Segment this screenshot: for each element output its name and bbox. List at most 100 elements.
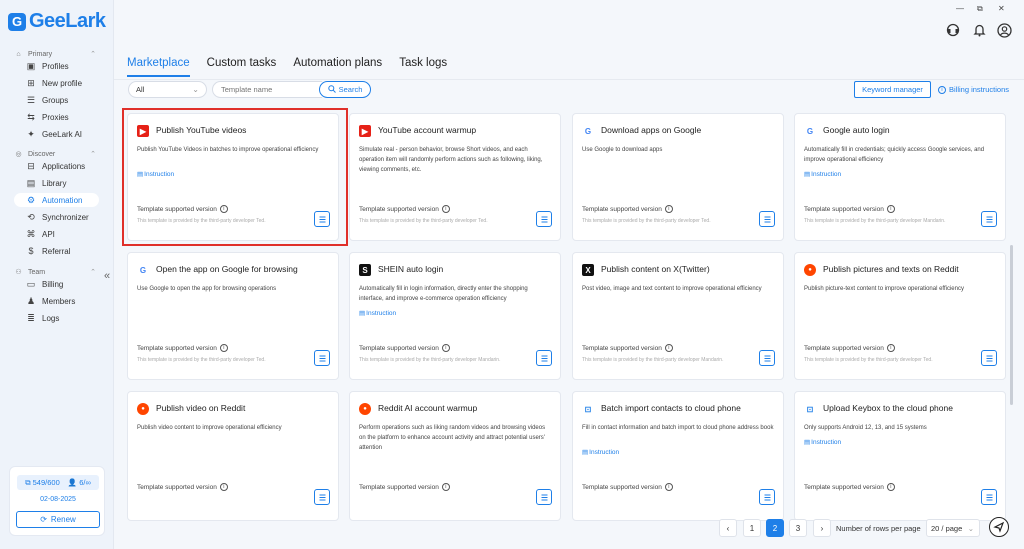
sidebar-item-automation[interactable]: ⚙ Automation xyxy=(14,193,99,207)
template-card[interactable]: ⊡ Batch import contacts to cloud phone Fil… xyxy=(572,391,784,521)
ai-icon: ✦ xyxy=(27,128,35,139)
template-details-button[interactable] xyxy=(536,211,552,227)
nav-group-primary[interactable]: ⌂ Primary ⌃ xyxy=(0,49,114,59)
template-card[interactable]: ● Publish video on Reddit Publish video co… xyxy=(127,391,339,521)
chevron-down-icon: ⌄ xyxy=(192,85,199,94)
category-select[interactable]: All ⌄ xyxy=(128,81,207,98)
minimize-icon[interactable]: — xyxy=(956,4,964,13)
app-window: G GeeLark ⌂ Primary ⌃ ◎ Discover ⌃ ⚇ Team ⌃ ▣ Prof… xyxy=(0,0,1024,549)
card-title: SHEIN auto login xyxy=(378,264,444,274)
nav-group-team[interactable]: ⚇ Team ⌃ xyxy=(0,267,114,277)
tab-custom-tasks[interactable]: Custom tasks xyxy=(207,57,277,73)
list-icon xyxy=(319,494,325,500)
template-card[interactable]: ● Publish pictures and texts on Reddit Pub… xyxy=(794,252,1006,380)
info-icon[interactable]: i xyxy=(664,344,673,352)
bell-icon[interactable] xyxy=(971,22,987,38)
sidebar-item-label: Groups xyxy=(42,95,69,105)
sidebar-item-geelark-ai[interactable]: ✦ GeeLark AI xyxy=(14,127,99,141)
card-title: Download apps on Google xyxy=(601,125,702,135)
sidebar-item-members[interactable]: ♟ Members xyxy=(14,294,99,308)
profiles-quota-value: 549/600 xyxy=(32,477,60,487)
page-3-button[interactable]: 3 xyxy=(789,519,807,537)
info-icon[interactable]: i xyxy=(219,344,228,352)
sidebar-item-groups[interactable]: ☰ Groups xyxy=(14,93,99,107)
template-details-button[interactable] xyxy=(759,350,775,366)
instruction-link[interactable]: ▤ Instruction xyxy=(582,448,619,457)
instruction-link[interactable]: ▤ Instruction xyxy=(804,170,841,179)
sidebar-item-referral[interactable]: $ Referral xyxy=(14,244,99,258)
list-icon xyxy=(986,355,992,361)
template-search-input[interactable] xyxy=(212,81,322,98)
page-1-button[interactable]: 1 xyxy=(743,519,761,537)
template-details-button[interactable] xyxy=(981,211,997,227)
sidebar-item-api[interactable]: ⌘ API xyxy=(14,227,99,241)
keyword-manager-button[interactable]: Keyword manager xyxy=(854,81,931,98)
info-icon[interactable]: i xyxy=(441,483,450,491)
template-details-button[interactable] xyxy=(536,350,552,366)
next-page-button[interactable]: › xyxy=(813,519,831,537)
synchronizer-icon: ⟲ xyxy=(27,211,35,222)
billing-instructions-link[interactable]: i Billing instructions xyxy=(938,81,1009,98)
template-card[interactable]: G Download apps on Google Use Google to do… xyxy=(572,113,784,241)
info-icon[interactable]: i xyxy=(441,344,450,352)
template-details-button[interactable] xyxy=(314,489,330,505)
support-headset-icon[interactable] xyxy=(945,22,961,38)
library-icon: ▤ xyxy=(26,177,36,188)
card-description: Fill in contact information and batch im… xyxy=(582,425,774,431)
instruction-link[interactable]: ▤ Instruction xyxy=(804,438,841,447)
template-card[interactable]: G Open the app on Google for browsing Use … xyxy=(127,252,339,380)
sidebar-item-profiles[interactable]: ▣ Profiles xyxy=(14,59,99,73)
sidebar-item-synchronizer[interactable]: ⟲ Synchronizer xyxy=(14,210,99,224)
template-details-button[interactable] xyxy=(981,489,997,505)
tab-automation-plans[interactable]: Automation plans xyxy=(293,57,382,73)
template-details-button[interactable] xyxy=(759,211,775,227)
info-icon[interactable]: i xyxy=(886,483,895,491)
template-details-button[interactable] xyxy=(759,489,775,505)
renew-label: Renew xyxy=(50,515,76,524)
billing-icon: ▭ xyxy=(26,278,36,289)
sidebar-item-label: GeeLark AI xyxy=(42,129,83,139)
info-icon[interactable]: i xyxy=(219,483,228,491)
category-select-value: All xyxy=(136,85,145,94)
help-assistant-icon[interactable] xyxy=(989,517,1009,537)
template-card[interactable]: S SHEIN auto login Automatically fill in l… xyxy=(349,252,561,380)
info-icon[interactable]: i xyxy=(664,483,673,491)
renew-button[interactable]: ⟳ Renew xyxy=(16,511,100,528)
instruction-link[interactable]: ▤ Instruction xyxy=(359,309,396,318)
page-2-button[interactable]: 2 xyxy=(766,519,784,537)
nav-group-discover[interactable]: ◎ Discover ⌃ xyxy=(0,149,114,159)
card-description: Automatically fill in login information,… xyxy=(359,286,528,302)
info-icon[interactable]: i xyxy=(886,344,895,352)
sidebar-item-applications[interactable]: ⊟ Applications xyxy=(14,159,99,173)
search-button[interactable]: Search xyxy=(319,81,371,98)
template-card[interactable]: ⊡ Upload Keybox to the cloud phone Only su… xyxy=(794,391,1006,521)
close-icon[interactable]: ✕ xyxy=(998,4,1005,13)
supported-version-label: Template supported version i xyxy=(359,483,450,491)
prev-page-button[interactable]: ‹ xyxy=(719,519,737,537)
reddit-icon: ● xyxy=(137,403,149,415)
restore-icon[interactable]: ⧉ xyxy=(977,4,983,14)
sidebar-item-library[interactable]: ▤ Library xyxy=(14,176,99,190)
rows-per-page-select[interactable]: 20 / page ⌄ xyxy=(926,519,980,537)
template-details-button[interactable] xyxy=(981,350,997,366)
tab-marketplace[interactable]: Marketplace xyxy=(127,57,190,77)
info-icon[interactable]: i xyxy=(886,205,895,213)
template-card[interactable]: X Publish content on X(Twitter) Post video… xyxy=(572,252,784,380)
template-card[interactable]: ● Reddit AI account warmup Perform operati… xyxy=(349,391,561,521)
template-details-button[interactable] xyxy=(536,489,552,505)
user-avatar-icon[interactable] xyxy=(996,22,1012,38)
document-icon: ▤ xyxy=(359,310,366,317)
sidebar-item-new-profile[interactable]: ⊞ New profile xyxy=(14,76,99,90)
template-card[interactable]: ▶ YouTube account warmup Simulate real - p… xyxy=(349,113,561,241)
template-details-button[interactable] xyxy=(314,350,330,366)
sidebar-item-logs[interactable]: ≣ Logs xyxy=(14,311,99,325)
sidebar-item-billing[interactable]: ▭ Billing xyxy=(14,277,99,291)
tabs-divider xyxy=(114,79,1024,80)
collapse-sidebar-icon[interactable]: « xyxy=(104,270,110,282)
scrollbar[interactable] xyxy=(1010,245,1013,405)
tab-task-logs[interactable]: Task logs xyxy=(399,57,447,73)
template-card[interactable]: G Google auto login Automatically fill in … xyxy=(794,113,1006,241)
info-icon[interactable]: i xyxy=(441,205,450,213)
sidebar-item-proxies[interactable]: ⇆ Proxies xyxy=(14,110,99,124)
info-icon[interactable]: i xyxy=(664,205,673,213)
